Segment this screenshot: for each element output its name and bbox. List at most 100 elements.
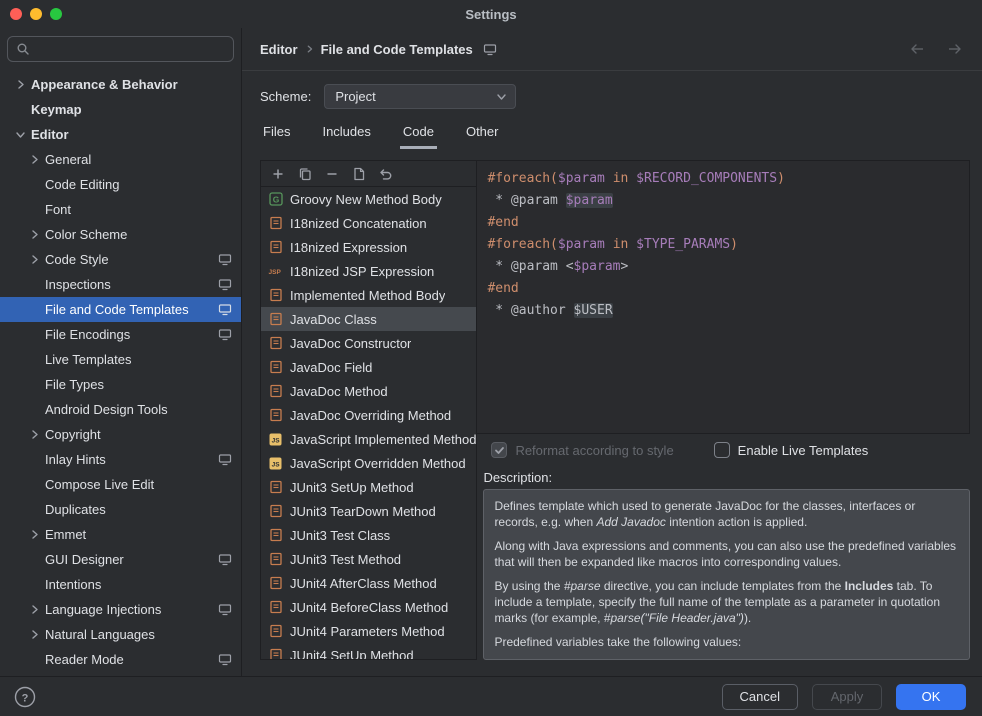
sidebar-item-language-injections[interactable]: Language Injections xyxy=(0,597,241,622)
breadcrumb-chevron-icon xyxy=(305,44,314,54)
sidebar-item-inlay-hints[interactable]: Inlay Hints xyxy=(0,447,241,472)
settings-window: Settings Appearance & BehaviorKeymapEdit… xyxy=(0,0,982,716)
template-item-junit4-beforeclass-method[interactable]: JUnit4 BeforeClass Method xyxy=(261,595,476,619)
sidebar-item-emmet[interactable]: Emmet xyxy=(0,522,241,547)
sidebar-item-intentions[interactable]: Intentions xyxy=(0,572,241,597)
sidebar-item-natural-languages[interactable]: Natural Languages xyxy=(0,622,241,647)
chevron-right-icon[interactable] xyxy=(26,627,42,643)
sidebar-item-keymap[interactable]: Keymap xyxy=(0,97,241,122)
sidebar-item-file-and-code-templates[interactable]: File and Code Templates xyxy=(0,297,241,322)
sidebar-item-appearance-behavior[interactable]: Appearance & Behavior xyxy=(0,72,241,97)
sidebar-item-label: Duplicates xyxy=(45,502,106,517)
checkbox-label: Reformat according to style xyxy=(515,443,673,458)
sidebar-item-file-types[interactable]: File Types xyxy=(0,372,241,397)
cancel-button[interactable]: Cancel xyxy=(722,684,798,710)
chevron-right-icon[interactable] xyxy=(26,152,42,168)
zoom-window-button[interactable] xyxy=(50,8,62,20)
template-list-panel: GGroovy New Method Body I18nized Concaten… xyxy=(260,160,477,660)
template-item-label: JUnit4 SetUp Method xyxy=(290,648,414,660)
sidebar-item-label: Font xyxy=(45,202,71,217)
template-item-javascript-overridden-method[interactable]: JSJavaScript Overridden Method xyxy=(261,451,476,475)
groovy-icon: G xyxy=(267,192,284,206)
checkbox-reformat-according-to-style[interactable]: Reformat according to style xyxy=(491,442,673,458)
minimize-window-button[interactable] xyxy=(30,8,42,20)
duplicate-template-button[interactable] xyxy=(351,166,367,182)
sidebar-item-code-style[interactable]: Code Style xyxy=(0,247,241,272)
tab-other[interactable]: Other xyxy=(463,119,502,149)
tab-code[interactable]: Code xyxy=(400,119,437,149)
template-item-label: I18nized Concatenation xyxy=(290,216,427,231)
code-line: #end xyxy=(487,212,959,234)
sidebar-item-gui-designer[interactable]: GUI Designer xyxy=(0,547,241,572)
settings-search-field[interactable] xyxy=(7,36,234,62)
checkbox-enable-live-templates[interactable]: Enable Live Templates xyxy=(714,442,869,458)
template-item-javadoc-overriding-method[interactable]: JavaDoc Overriding Method xyxy=(261,403,476,427)
template-item-junit3-test-class[interactable]: JUnit3 Test Class xyxy=(261,523,476,547)
template-item-label: I18nized JSP Expression xyxy=(290,264,434,279)
template-item-junit3-test-method[interactable]: JUnit3 Test Method xyxy=(261,547,476,571)
search-input[interactable] xyxy=(36,42,225,57)
sidebar-item-copyright[interactable]: Copyright xyxy=(0,422,241,447)
tab-includes[interactable]: Includes xyxy=(319,119,373,149)
add-template-button[interactable] xyxy=(270,166,286,182)
template-item-label: JavaDoc Method xyxy=(290,384,388,399)
sidebar-item-android-design-tools[interactable]: Android Design Tools xyxy=(0,397,241,422)
template-item-junit4-parameters-method[interactable]: JUnit4 Parameters Method xyxy=(261,619,476,643)
sidebar-item-file-encodings[interactable]: File Encodings xyxy=(0,322,241,347)
sidebar-item-general[interactable]: General xyxy=(0,147,241,172)
back-arrow-icon[interactable] xyxy=(906,43,928,55)
scheme-select[interactable]: Project xyxy=(324,84,516,109)
breadcrumb-item-editor[interactable]: Editor xyxy=(260,42,298,57)
sidebar-item-color-scheme[interactable]: Color Scheme xyxy=(0,222,241,247)
remove-template-button[interactable] xyxy=(324,166,340,182)
template-item-javascript-implemented-method[interactable]: JSJavaScript Implemented Method xyxy=(261,427,476,451)
chevron-right-icon[interactable] xyxy=(26,427,42,443)
sidebar-item-inspections[interactable]: Inspections xyxy=(0,272,241,297)
chevron-right-icon[interactable] xyxy=(26,252,42,268)
sidebar-item-duplicates[interactable]: Duplicates xyxy=(0,497,241,522)
forward-arrow-icon[interactable] xyxy=(944,43,966,55)
chevron-right-icon[interactable] xyxy=(26,527,42,543)
template-item-label: I18nized Expression xyxy=(290,240,407,255)
template-item-groovy-new-method-body[interactable]: GGroovy New Method Body xyxy=(261,187,476,211)
sidebar-item-font[interactable]: Font xyxy=(0,197,241,222)
chevron-right-icon[interactable] xyxy=(26,227,42,243)
template-editor[interactable]: #foreach($param in $RECORD_COMPONENTS) *… xyxy=(477,160,970,434)
sidebar-item-label: Code Editing xyxy=(45,177,119,192)
template-item-junit4-setup-method[interactable]: JUnit4 SetUp Method xyxy=(261,643,476,659)
template-item-javadoc-method[interactable]: JavaDoc Method xyxy=(261,379,476,403)
sidebar-item-code-editing[interactable]: Code Editing xyxy=(0,172,241,197)
sidebar-item-reader-mode[interactable]: Reader Mode xyxy=(0,647,241,672)
template-item-junit4-afterclass-method[interactable]: JUnit4 AfterClass Method xyxy=(261,571,476,595)
chevron-right-icon[interactable] xyxy=(26,602,42,618)
breadcrumb: EditorFile and Code Templates xyxy=(260,42,497,57)
template-item-i18nized-expression[interactable]: I18nized Expression xyxy=(261,235,476,259)
chevron-right-icon[interactable] xyxy=(12,77,28,93)
sidebar-item-live-templates[interactable]: Live Templates xyxy=(0,347,241,372)
template-item-junit3-teardown-method[interactable]: JUnit3 TearDown Method xyxy=(261,499,476,523)
template-item-implemented-method-body[interactable]: Implemented Method Body xyxy=(261,283,476,307)
description-paragraph: Defines template which used to generate … xyxy=(494,498,959,530)
template-icon xyxy=(267,312,284,326)
chevron-down-icon[interactable] xyxy=(12,127,28,143)
template-item-i18nized-concatenation[interactable]: I18nized Concatenation xyxy=(261,211,476,235)
sidebar-item-editor[interactable]: Editor xyxy=(0,122,241,147)
help-button[interactable]: ? xyxy=(14,686,36,708)
close-window-button[interactable] xyxy=(10,8,22,20)
template-item-label: JUnit3 TearDown Method xyxy=(290,504,436,519)
chevron-spacer xyxy=(26,402,42,418)
template-item-junit3-setup-method[interactable]: JUnit3 SetUp Method xyxy=(261,475,476,499)
sidebar-item-compose-live-edit[interactable]: Compose Live Edit xyxy=(0,472,241,497)
copy-template-button[interactable] xyxy=(297,166,313,182)
tab-files[interactable]: Files xyxy=(260,119,293,149)
template-item-i18nized-jsp-expression[interactable]: JSPI18nized JSP Expression xyxy=(261,259,476,283)
template-item-javadoc-constructor[interactable]: JavaDoc Constructor xyxy=(261,331,476,355)
reset-template-button[interactable] xyxy=(378,166,394,182)
template-item-javadoc-class[interactable]: JavaDoc Class xyxy=(261,307,476,331)
template-icon xyxy=(267,384,284,398)
template-item-javadoc-field[interactable]: JavaDoc Field xyxy=(261,355,476,379)
chevron-spacer xyxy=(26,277,42,293)
sidebar-item-label: Code Style xyxy=(45,252,109,267)
apply-button[interactable]: Apply xyxy=(812,684,882,710)
ok-button[interactable]: OK xyxy=(896,684,966,710)
